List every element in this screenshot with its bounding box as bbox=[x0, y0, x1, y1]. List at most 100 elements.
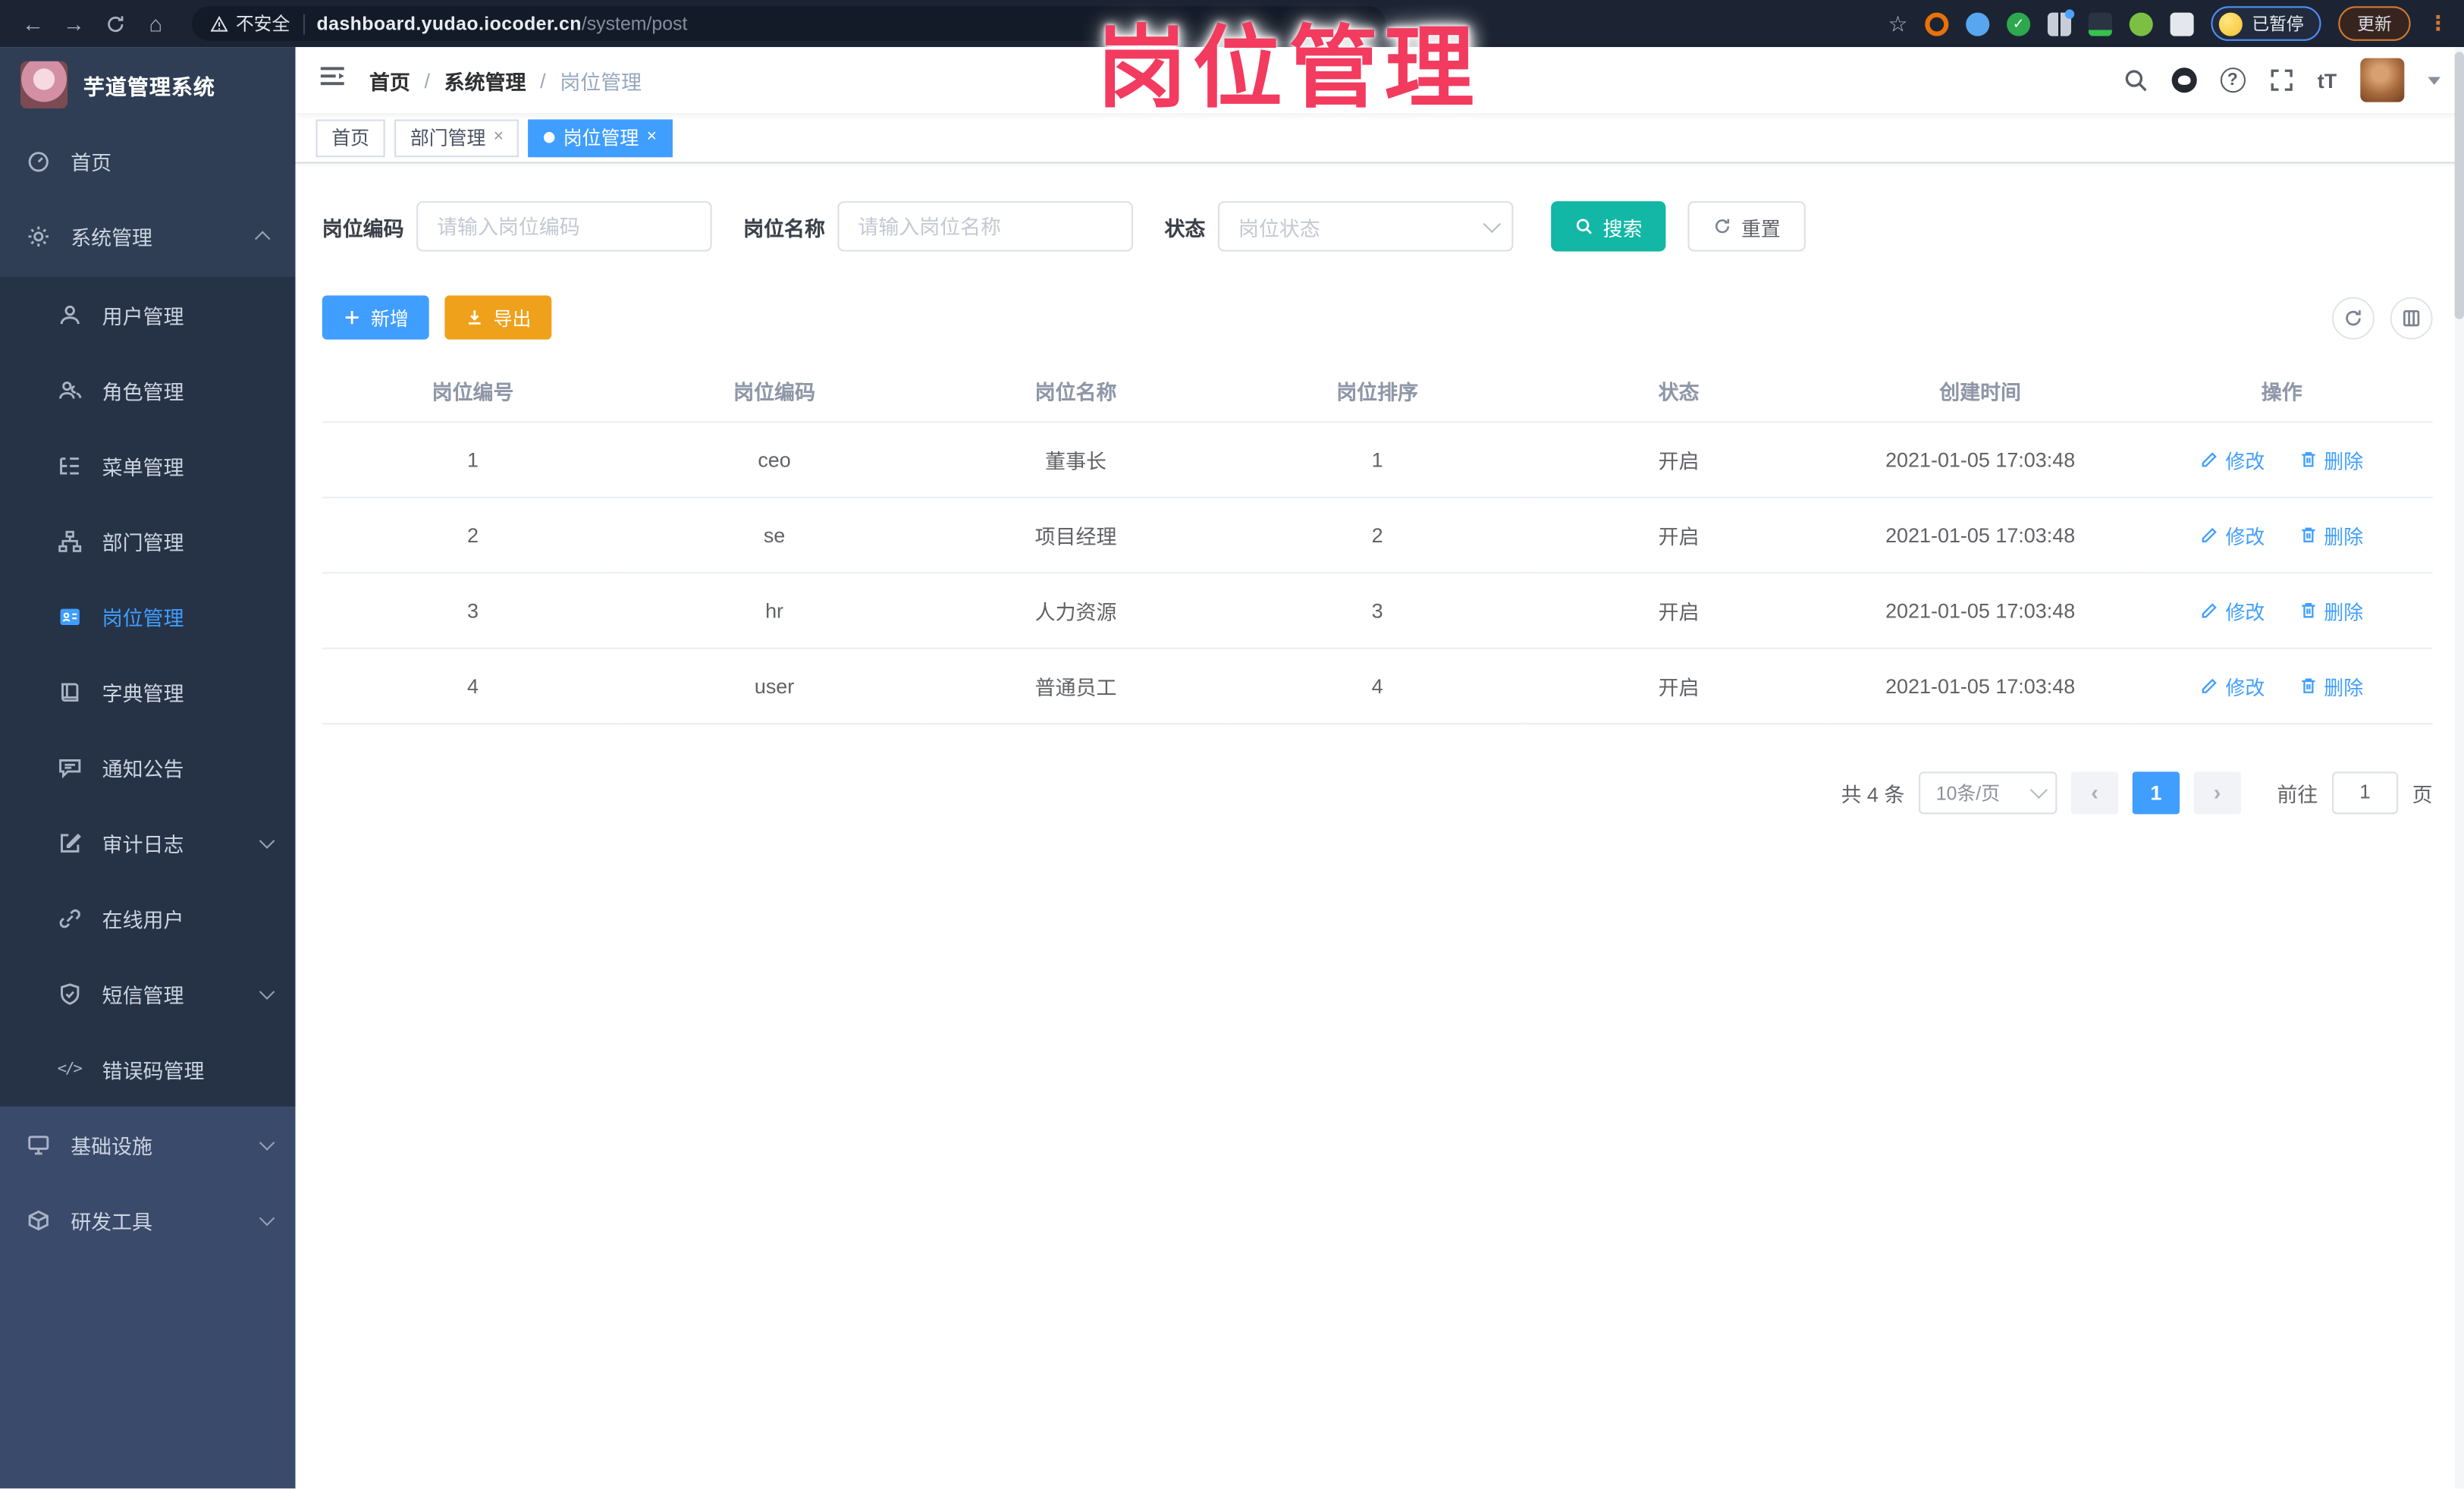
edit-link[interactable]: 修改 bbox=[2200, 520, 2265, 549]
tab-departments[interactable]: 部门管理 × bbox=[394, 118, 519, 157]
download-icon bbox=[469, 310, 481, 325]
active-dot bbox=[544, 132, 556, 143]
fullscreen-icon[interactable] bbox=[2269, 68, 2294, 93]
page-scrollbar[interactable] bbox=[2454, 47, 2464, 1489]
reset-button-label: 重置 bbox=[1741, 217, 1781, 240]
sidebar-item-dictionary[interactable]: 字典管理 bbox=[0, 654, 296, 729]
sidebar-item-departments[interactable]: 部门管理 bbox=[0, 503, 296, 578]
close-icon[interactable]: × bbox=[647, 128, 657, 146]
post-name-input[interactable] bbox=[837, 201, 1134, 252]
tab-home[interactable]: 首页 bbox=[315, 118, 385, 157]
post-name-label: 岗位名称 bbox=[743, 215, 825, 240]
export-button[interactable]: 导出 bbox=[444, 295, 552, 340]
main-area: 首页 / 系统管理 / 岗位管理 ? tT 首页 部门管理 × 岗位管理 × 岗… bbox=[295, 47, 2464, 1489]
prev-page-button[interactable]: ‹ bbox=[2070, 771, 2119, 814]
edit-link[interactable]: 修改 bbox=[2200, 444, 2265, 473]
status-select[interactable]: 岗位状态 bbox=[1217, 201, 1514, 252]
close-icon[interactable]: × bbox=[494, 128, 504, 146]
sidebar-item-users[interactable]: 用户管理 bbox=[0, 277, 296, 352]
filter-form: 岗位编码 岗位名称 状态 岗位状态 搜索 重置 bbox=[322, 201, 2433, 252]
page-number-button[interactable]: 1 bbox=[2132, 771, 2180, 814]
delete-label: 删除 bbox=[2324, 450, 2364, 473]
sidebar-item-online-users[interactable]: 在线用户 bbox=[0, 880, 296, 955]
extension-grid-icon[interactable] bbox=[2047, 8, 2075, 36]
extension-green-check-icon[interactable]: ✓ bbox=[2007, 11, 2031, 36]
extension-green-icon[interactable] bbox=[2129, 11, 2153, 36]
delete-link[interactable]: 删除 bbox=[2299, 520, 2363, 549]
paused-label: 已暂停 bbox=[2252, 15, 2304, 35]
search-icon[interactable] bbox=[2123, 68, 2148, 93]
delete-label: 删除 bbox=[2324, 677, 2364, 699]
cell-code: se bbox=[623, 496, 925, 573]
tab-label: 首页 bbox=[331, 127, 369, 149]
sidebar-item-dev-tools[interactable]: 研发工具 bbox=[0, 1182, 296, 1257]
delete-link[interactable]: 删除 bbox=[2299, 595, 2363, 624]
column-settings-button[interactable] bbox=[2390, 296, 2433, 339]
gear-icon bbox=[25, 223, 50, 248]
edit-icon bbox=[2202, 678, 2218, 693]
delete-link[interactable]: 删除 bbox=[2299, 671, 2363, 700]
extension-gif-icon[interactable] bbox=[2088, 11, 2112, 36]
user-avatar[interactable] bbox=[2360, 58, 2405, 102]
page-unit-label: 页 bbox=[2412, 781, 2433, 806]
extension-puzzle-icon[interactable] bbox=[2170, 11, 2194, 36]
next-page-button[interactable]: › bbox=[2193, 771, 2241, 814]
code-icon: </> bbox=[57, 1060, 83, 1078]
github-icon[interactable] bbox=[2171, 68, 2197, 93]
search-button[interactable]: 搜索 bbox=[1551, 201, 1666, 252]
page-size-select[interactable]: 10条/页 bbox=[1918, 771, 2058, 814]
org-tree-icon bbox=[57, 528, 82, 553]
refresh-button[interactable] bbox=[2331, 296, 2375, 339]
post-code-input[interactable] bbox=[416, 201, 712, 252]
not-secure-chip[interactable]: 不安全 bbox=[210, 11, 290, 36]
browser-forward-icon[interactable]: → bbox=[57, 6, 92, 41]
add-button[interactable]: 新增 bbox=[322, 295, 429, 340]
sidebar-item-menus[interactable]: 菜单管理 bbox=[0, 428, 296, 503]
page-content: 岗位编码 岗位名称 状态 岗位状态 搜索 重置 bbox=[295, 163, 2464, 1489]
extension-orange-ring-icon[interactable] bbox=[1925, 11, 1949, 36]
chevron-down-icon bbox=[1483, 215, 1502, 234]
edit-link[interactable]: 修改 bbox=[2200, 595, 2265, 624]
breadcrumb-system[interactable]: 系统管理 bbox=[444, 65, 526, 95]
extension-blue-drop-icon[interactable] bbox=[1966, 11, 1990, 36]
help-icon[interactable]: ? bbox=[2220, 68, 2246, 93]
scrollbar-thumb[interactable] bbox=[2454, 52, 2464, 319]
sidebar-item-infrastructure[interactable]: 基础设施 bbox=[0, 1107, 296, 1182]
browser-reload-icon[interactable] bbox=[97, 6, 132, 41]
edit-note-icon bbox=[57, 830, 82, 855]
sidebar-item-system[interactable]: 系统管理 bbox=[0, 198, 296, 273]
goto-page-input[interactable] bbox=[2331, 771, 2398, 814]
emoji-face-icon bbox=[2218, 11, 2243, 36]
browser-menu-icon[interactable]: ⋮ bbox=[2428, 11, 2448, 36]
breadcrumb-home[interactable]: 首页 bbox=[369, 65, 410, 95]
search-button-label: 搜索 bbox=[1602, 217, 1643, 240]
sidebar-item-sms[interactable]: 短信管理 bbox=[0, 956, 296, 1031]
announcement-icon bbox=[57, 755, 82, 780]
browser-home-icon[interactable]: ⌂ bbox=[138, 6, 173, 41]
sidebar-item-notices[interactable]: 通知公告 bbox=[0, 729, 296, 804]
paused-badge[interactable]: 已暂停 bbox=[2211, 6, 2321, 41]
caret-down-icon[interactable] bbox=[2428, 76, 2440, 84]
hamburger-icon[interactable] bbox=[319, 63, 346, 98]
update-button[interactable]: 更新 bbox=[2338, 6, 2411, 41]
trash-icon bbox=[2302, 678, 2315, 693]
sidebar-item-roles[interactable]: 角色管理 bbox=[0, 352, 296, 427]
sidebar-item-error-codes[interactable]: </> 错误码管理 bbox=[0, 1031, 296, 1106]
tab-label: 部门管理 bbox=[410, 127, 486, 149]
edit-icon bbox=[2202, 527, 2218, 543]
sidebar-item-posts[interactable]: 岗位管理 bbox=[0, 579, 296, 654]
reset-button[interactable]: 重置 bbox=[1687, 201, 1806, 252]
cell-status: 开启 bbox=[1527, 647, 1830, 724]
browser-back-icon[interactable]: ← bbox=[16, 6, 51, 41]
tab-posts[interactable]: 岗位管理 × bbox=[529, 118, 673, 157]
sidebar-item-home[interactable]: 首页 bbox=[0, 123, 296, 198]
sidebar-item-label: 首页 bbox=[71, 149, 112, 174]
link-icon bbox=[57, 906, 82, 931]
delete-link[interactable]: 删除 bbox=[2299, 444, 2363, 473]
sidebar-item-audit-log[interactable]: 审计日志 bbox=[0, 805, 296, 880]
app-logo-row[interactable]: 芋道管理系统 bbox=[0, 47, 296, 122]
text-size-icon[interactable]: tT bbox=[2318, 68, 2337, 92]
edit-link[interactable]: 修改 bbox=[2200, 671, 2265, 700]
sidebar-item-label: 菜单管理 bbox=[102, 454, 184, 479]
bookmark-star-icon[interactable]: ☆ bbox=[1888, 10, 1907, 36]
